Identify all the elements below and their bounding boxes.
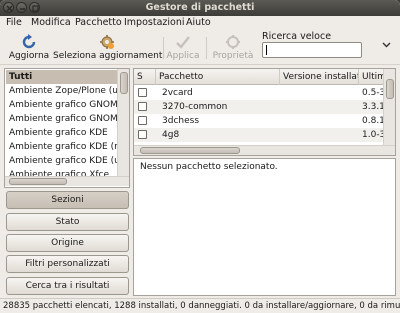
- package-table[interactable]: S Pacchetto Versione installata Ultima v…: [133, 68, 396, 156]
- properties-label: Proprietà: [212, 51, 254, 61]
- category-vertical-scrollbar[interactable]: [117, 69, 129, 176]
- text-caret: [266, 45, 267, 55]
- package-name: 2vcard: [162, 88, 193, 98]
- column-header-package[interactable]: Pacchetto: [156, 69, 280, 85]
- status-text: 28835 pacchetti elencati, 1288 installat…: [3, 301, 400, 311]
- package-name: 3dchess: [162, 116, 200, 126]
- properties-button[interactable]: Proprietà: [211, 33, 255, 63]
- category-item[interactable]: Ambiente grafico KDE (multiverse): [6, 140, 118, 154]
- package-checkbox[interactable]: [138, 88, 147, 97]
- reload-label: Aggiorna: [8, 51, 50, 61]
- package-checkbox[interactable]: [138, 102, 147, 111]
- menu-impostazioni[interactable]: Impostazioni: [124, 17, 185, 28]
- upgrade-gear-icon: [100, 35, 114, 49]
- toolbar-separator: [206, 37, 207, 59]
- package-checkbox[interactable]: [138, 130, 147, 139]
- category-item[interactable]: Ambiente grafico Xfce: [6, 168, 118, 176]
- scrollbar-thumb[interactable]: [120, 72, 128, 94]
- package-horizontal-scrollbar[interactable]: [134, 145, 395, 155]
- package-name: 4g8: [162, 130, 180, 140]
- table-row[interactable]: 3270-common 3.3.10ga4-2: [134, 100, 385, 114]
- reload-button[interactable]: Aggiorna: [8, 33, 50, 63]
- table-row[interactable]: 4g8 1.0-3: [134, 128, 385, 142]
- package-description-pane: Nessun pacchetto selezionato.: [133, 158, 396, 296]
- column-header-installed-version[interactable]: Versione installata: [280, 69, 359, 85]
- mark-upgrades-button[interactable]: Seleziona aggiornamenti: [53, 33, 165, 63]
- category-horizontal-scrollbar[interactable]: [5, 176, 129, 186]
- main-window: Gestore di pacchetti File Modifica Pacch…: [0, 0, 400, 313]
- table-row[interactable]: 2vcard 0.5-3: [134, 86, 385, 100]
- package-name: 3270-common: [162, 102, 228, 112]
- scrollbar-thumb[interactable]: [140, 147, 240, 154]
- scrollbar-thumb[interactable]: [386, 79, 394, 99]
- category-item[interactable]: Ambiente Zope/Plone (universe): [6, 84, 118, 98]
- status-filter-button[interactable]: Stato: [6, 213, 129, 231]
- scrollbar-thumb[interactable]: [9, 178, 67, 185]
- latest-version: 0.8.1-16: [362, 116, 384, 126]
- properties-icon: [226, 35, 240, 49]
- search-results-filter-button[interactable]: Cerca tra i risultati: [6, 277, 129, 295]
- window-title: Gestore di pacchetti: [145, 2, 255, 13]
- title-bar: Gestore di pacchetti: [0, 0, 400, 16]
- apply-label: Applica: [166, 51, 200, 61]
- toolbar-overflow-chevron-icon[interactable]: [382, 40, 391, 52]
- category-item[interactable]: Ambiente grafico GNOME (universe): [6, 112, 118, 126]
- category-item[interactable]: Ambiente grafico KDE (universe): [6, 154, 118, 168]
- category-item[interactable]: Ambiente grafico KDE: [6, 126, 118, 140]
- apply-button[interactable]: Applica: [166, 33, 200, 63]
- quick-search-label: Ricerca veloce: [262, 31, 332, 42]
- status-bar: 28835 pacchetti elencati, 1288 installat…: [0, 298, 400, 313]
- menu-bar: File Modifica Pacchetto Impostazioni Aiu…: [0, 16, 400, 31]
- category-item[interactable]: Ambiente grafico GNOME: [6, 98, 118, 112]
- menu-aiuto[interactable]: Aiuto: [186, 17, 211, 28]
- menu-pacchetto[interactable]: Pacchetto: [75, 17, 122, 28]
- column-header-latest-version[interactable]: Ultima versione: [359, 69, 385, 85]
- menu-modifica[interactable]: Modifica: [31, 17, 71, 28]
- package-vertical-scrollbar[interactable]: [383, 69, 395, 145]
- latest-version: 3.3.10ga4-2: [362, 102, 384, 112]
- category-item[interactable]: Tutti: [6, 70, 118, 84]
- origin-filter-button[interactable]: Origine: [6, 234, 129, 252]
- apply-check-icon: [176, 36, 190, 49]
- mark-upgrades-label: Seleziona aggiornamenti: [53, 51, 165, 61]
- no-package-selected-message: Nessun pacchetto selezionato.: [140, 162, 278, 172]
- latest-version: 0.5-3: [362, 88, 384, 98]
- package-checkbox[interactable]: [138, 116, 147, 125]
- sections-filter-button[interactable]: Sezioni: [6, 191, 129, 209]
- latest-version: 1.0-3: [362, 130, 384, 140]
- custom-filters-button[interactable]: Filtri personalizzati: [6, 255, 129, 273]
- table-row[interactable]: 3dchess 0.8.1-16: [134, 114, 385, 128]
- table-header: S Pacchetto Versione installata Ultima v…: [134, 69, 385, 85]
- refresh-icon: [22, 34, 36, 49]
- toolbar-separator: [163, 37, 164, 59]
- category-list[interactable]: Tutti Ambiente Zope/Plone (universe) Amb…: [4, 68, 130, 188]
- menu-file[interactable]: File: [6, 17, 22, 28]
- column-header-status[interactable]: S: [134, 69, 156, 85]
- quick-search-input[interactable]: [262, 42, 362, 58]
